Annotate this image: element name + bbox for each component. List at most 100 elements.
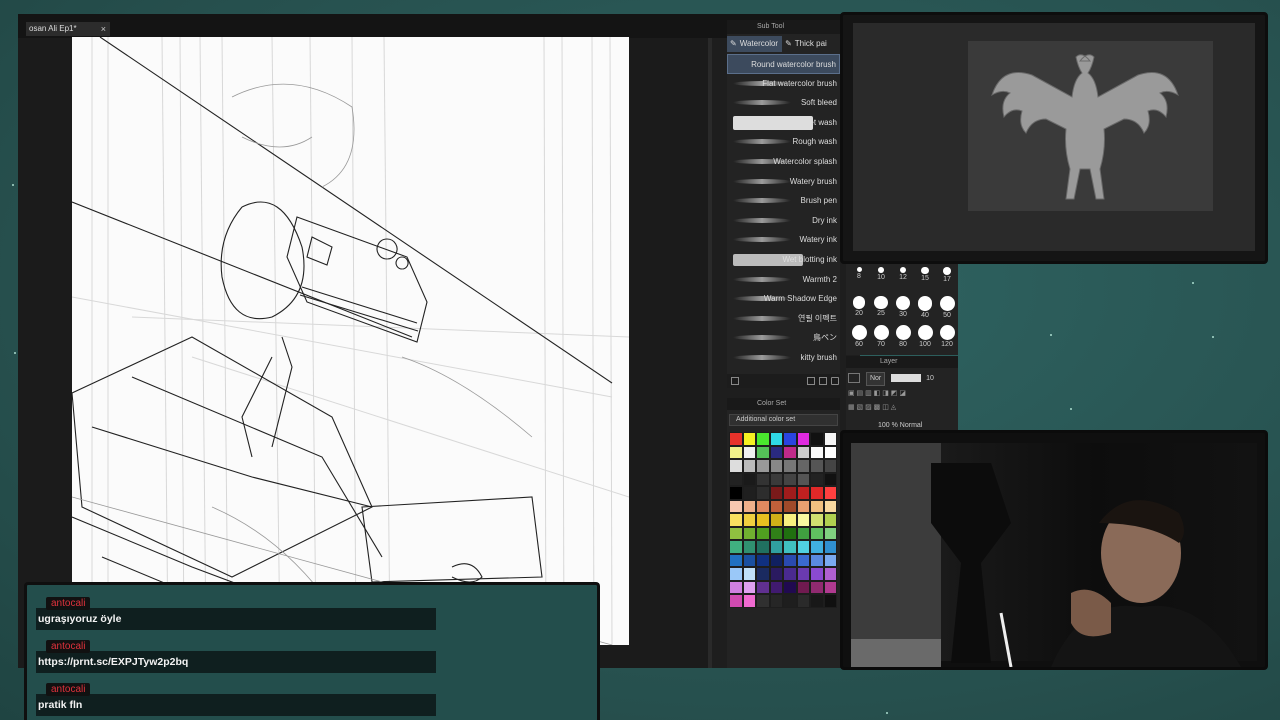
- brush-item[interactable]: Dry ink: [727, 211, 840, 231]
- brush-item[interactable]: Watery brush: [727, 172, 840, 192]
- color-swatch[interactable]: [769, 432, 783, 446]
- color-swatch[interactable]: [796, 567, 810, 581]
- delete-subtool-icon[interactable]: [831, 377, 839, 385]
- color-swatch[interactable]: [823, 567, 837, 581]
- brush-item[interactable]: Rough wash: [727, 132, 840, 152]
- brush-item[interactable]: kitty brush: [727, 348, 840, 368]
- color-swatch[interactable]: [796, 486, 810, 500]
- color-swatch[interactable]: [756, 540, 770, 554]
- brush-size-option[interactable]: 12: [892, 267, 914, 281]
- color-swatch[interactable]: [756, 459, 770, 473]
- color-swatch[interactable]: [729, 540, 743, 554]
- color-swatch[interactable]: [729, 594, 743, 608]
- color-swatch[interactable]: [756, 513, 770, 527]
- color-swatch[interactable]: [729, 513, 743, 527]
- color-swatch[interactable]: [810, 567, 824, 581]
- color-swatch[interactable]: [810, 432, 824, 446]
- color-swatch[interactable]: [769, 513, 783, 527]
- color-swatch[interactable]: [756, 499, 770, 513]
- color-swatch[interactable]: [769, 499, 783, 513]
- color-swatch[interactable]: [769, 486, 783, 500]
- color-swatch[interactable]: [756, 567, 770, 581]
- brush-item[interactable]: Watery ink: [727, 230, 840, 250]
- document-tab[interactable]: osan Ali Ep1* ×: [26, 22, 110, 36]
- brush-size-option[interactable]: 20: [848, 296, 870, 317]
- color-swatch[interactable]: [769, 553, 783, 567]
- color-swatch[interactable]: [729, 486, 743, 500]
- brush-size-option[interactable]: 8: [848, 267, 870, 280]
- canvas-area[interactable]: [18, 37, 710, 668]
- color-swatch[interactable]: [810, 472, 824, 486]
- color-swatch[interactable]: [823, 459, 837, 473]
- color-swatch[interactable]: [729, 526, 743, 540]
- color-swatch[interactable]: [783, 553, 797, 567]
- color-swatch[interactable]: [823, 499, 837, 513]
- color-swatch[interactable]: [810, 553, 824, 567]
- color-swatch[interactable]: [742, 553, 756, 567]
- new-subtool-icon[interactable]: [819, 377, 827, 385]
- color-swatch[interactable]: [783, 513, 797, 527]
- color-swatch[interactable]: [783, 472, 797, 486]
- color-swatch[interactable]: [742, 513, 756, 527]
- color-swatch[interactable]: [823, 594, 837, 608]
- color-swatch[interactable]: [769, 594, 783, 608]
- brush-item[interactable]: Warmth 2: [727, 270, 840, 290]
- color-swatch[interactable]: [810, 486, 824, 500]
- color-swatch[interactable]: [783, 526, 797, 540]
- color-swatch[interactable]: [756, 580, 770, 594]
- color-swatch[interactable]: [823, 513, 837, 527]
- brush-item[interactable]: Wet blotting ink: [727, 250, 840, 270]
- color-swatch[interactable]: [810, 499, 824, 513]
- color-swatch[interactable]: [783, 499, 797, 513]
- brush-size-option[interactable]: 17: [936, 267, 958, 283]
- color-swatch[interactable]: [823, 432, 837, 446]
- color-swatch[interactable]: [756, 526, 770, 540]
- brush-item[interactable]: Round watercolor brush: [727, 54, 840, 74]
- color-swatch[interactable]: [742, 526, 756, 540]
- brush-size-option[interactable]: 40: [914, 296, 936, 319]
- color-swatch[interactable]: [796, 459, 810, 473]
- color-swatch[interactable]: [742, 540, 756, 554]
- color-swatch[interactable]: [742, 486, 756, 500]
- color-swatch[interactable]: [742, 432, 756, 446]
- color-swatch[interactable]: [729, 499, 743, 513]
- brush-item[interactable]: Brush pen: [727, 191, 840, 211]
- color-swatch[interactable]: [810, 526, 824, 540]
- color-swatch[interactable]: [769, 459, 783, 473]
- brush-size-option[interactable]: 10: [870, 267, 892, 281]
- brush-item[interactable]: 연필 이펙트: [727, 309, 840, 329]
- layer-tools-icon[interactable]: ▦ ▧ ▨ ▩ ◫ ◬: [848, 404, 896, 411]
- color-swatch[interactable]: [796, 499, 810, 513]
- color-swatch[interactable]: [742, 445, 756, 459]
- close-tab-icon[interactable]: ×: [101, 22, 110, 36]
- brush-item[interactable]: Warm Shadow Edge: [727, 289, 840, 309]
- color-swatch[interactable]: [796, 513, 810, 527]
- color-swatch[interactable]: [756, 553, 770, 567]
- color-swatch[interactable]: [769, 472, 783, 486]
- color-swatch[interactable]: [742, 472, 756, 486]
- color-swatch[interactable]: [810, 445, 824, 459]
- color-swatch[interactable]: [796, 540, 810, 554]
- brush-item[interactable]: Watercolor splash: [727, 152, 840, 172]
- color-swatch[interactable]: [823, 486, 837, 500]
- color-swatch[interactable]: [783, 445, 797, 459]
- tab-thick-paint[interactable]: ✎ Thick pai: [782, 36, 831, 52]
- color-swatch[interactable]: [796, 553, 810, 567]
- color-swatch[interactable]: [756, 594, 770, 608]
- color-swatch[interactable]: [742, 459, 756, 473]
- canvas-scrollbar[interactable]: [708, 38, 712, 668]
- brush-item[interactable]: Soft bleed: [727, 93, 840, 113]
- color-swatch[interactable]: [796, 594, 810, 608]
- brush-size-option[interactable]: 25: [870, 296, 892, 317]
- color-swatch[interactable]: [756, 445, 770, 459]
- color-swatch[interactable]: [783, 580, 797, 594]
- color-swatch[interactable]: [783, 567, 797, 581]
- color-swatch[interactable]: [769, 445, 783, 459]
- tab-watercolor[interactable]: ✎ Watercolor: [727, 36, 783, 52]
- drawing-canvas[interactable]: [72, 37, 629, 645]
- color-swatch[interactable]: [769, 580, 783, 594]
- color-swatch[interactable]: [823, 553, 837, 567]
- color-swatch[interactable]: [823, 526, 837, 540]
- brush-size-option[interactable]: 80: [892, 325, 914, 348]
- color-swatch[interactable]: [729, 432, 743, 446]
